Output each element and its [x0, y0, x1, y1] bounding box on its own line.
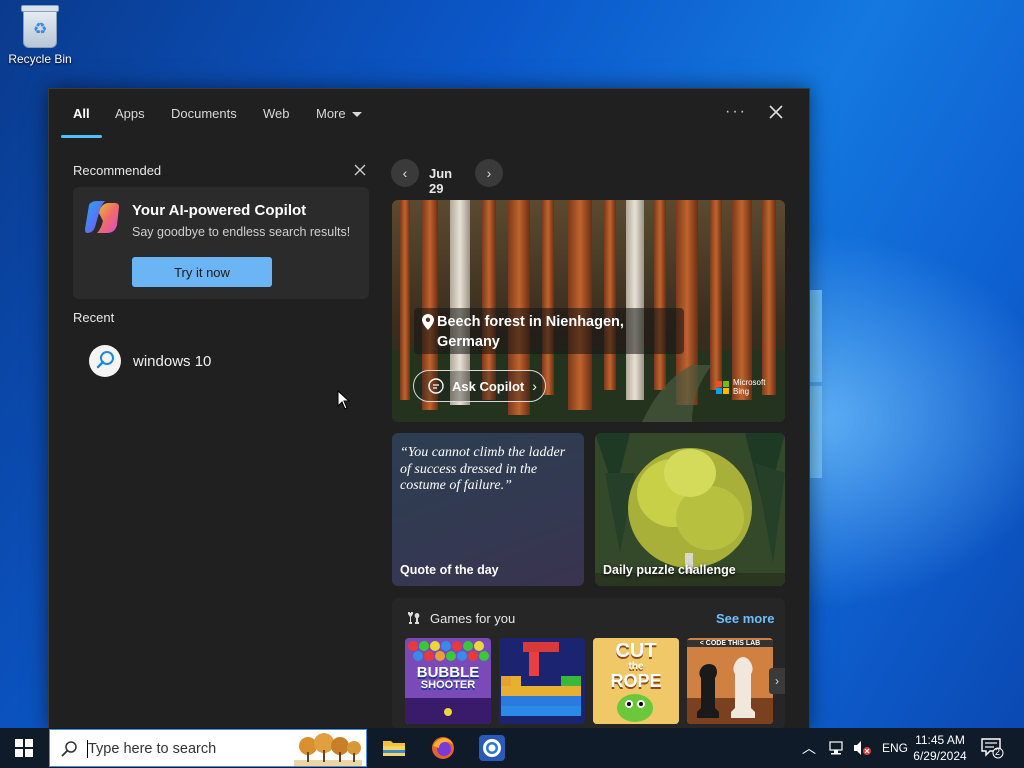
block-puzzle-art — [499, 638, 585, 724]
chess-art — [687, 638, 773, 724]
game-tile-cut-the-rope[interactable]: CUT the ROPE — [593, 638, 679, 724]
recycle-bin-icon: ♻ — [21, 5, 59, 48]
game-tile-chess[interactable]: < CODE THIS LAB — [687, 638, 773, 724]
bing-line-1: Microsoft — [733, 378, 766, 387]
show-hidden-icons-chevron-icon[interactable]: ︿ — [802, 738, 816, 758]
recycle-bin[interactable]: ♻ Recycle Bin — [8, 5, 72, 66]
bubble-shooter-line-1: BUBBLE — [416, 664, 480, 681]
search-highlight-hero[interactable]: Beech forest in Nienhagen, Germany Ask C… — [392, 200, 785, 422]
more-options-button[interactable]: ··· — [725, 103, 747, 121]
games-section: Games for you See more BUBBLE SHOOTER CU… — [392, 598, 785, 729]
recent-heading: Recent — [73, 310, 115, 325]
tab-apps[interactable]: Apps — [115, 106, 145, 121]
previous-day-button[interactable]: ‹ — [391, 159, 419, 187]
system-tray: ︿ ENG — [802, 728, 908, 768]
tab-more[interactable]: More — [316, 106, 362, 121]
search-highlight-trees-icon — [294, 733, 362, 766]
search-icon — [89, 345, 121, 377]
windows-logo-icon — [15, 739, 33, 757]
chevron-right-icon: › — [775, 674, 779, 688]
recent-item-label: windows 10 — [133, 353, 212, 370]
folder-icon — [383, 741, 405, 756]
tab-all[interactable]: All — [73, 106, 90, 121]
firefox-icon — [432, 737, 454, 759]
copilot-subtitle: Say goodbye to endless search results! — [132, 225, 351, 239]
search-tabs: All Apps Documents Web More ··· — [49, 89, 809, 139]
recycle-bin-label: Recycle Bin — [8, 52, 72, 66]
search-icon — [61, 741, 77, 757]
taskbar-search-box[interactable]: Type here to search — [49, 729, 367, 767]
wallpaper-window-pane — [810, 386, 822, 478]
clock-time: 11:45 AM — [915, 733, 965, 747]
taskbar: Type here to search ︿ ENG 11:45 AM 6/29/… — [0, 728, 1024, 768]
volume-muted-icon[interactable] — [852, 740, 872, 756]
cut-the-rope-line-3: ROPE — [610, 671, 662, 691]
dismiss-recommended-icon[interactable] — [353, 163, 367, 177]
quote-of-the-day-card[interactable]: “You cannot climb the ladder of success … — [392, 433, 584, 586]
try-it-now-button[interactable]: Try it now — [132, 257, 272, 287]
chevron-down-icon — [351, 112, 362, 118]
recent-item[interactable]: windows 10 — [89, 345, 349, 377]
start-button[interactable] — [0, 728, 48, 768]
taskbar-chrome[interactable] — [476, 732, 508, 764]
microsoft-logo-icon — [716, 380, 729, 394]
action-center-button[interactable]: 2 — [980, 736, 1004, 760]
network-icon[interactable] — [828, 740, 846, 756]
tab-documents[interactable]: Documents — [171, 106, 237, 121]
hero-location-text: Beech forest in Nienhagen, Germany — [437, 314, 624, 350]
chat-bubble-icon — [428, 378, 444, 394]
clock-date: 6/29/2024 — [913, 749, 967, 763]
cut-the-rope-line-1: CUT — [615, 640, 657, 662]
tab-web[interactable]: Web — [263, 106, 290, 121]
chevron-right-icon: › — [532, 378, 537, 394]
game-tile-bubble-shooter[interactable]: BUBBLE SHOOTER — [405, 638, 491, 724]
highlight-date: Jun 29 — [429, 166, 453, 196]
close-icon[interactable] — [767, 103, 785, 121]
microsoft-bing-logo: Microsoft Bing — [716, 378, 765, 396]
recommended-heading: Recommended — [73, 163, 162, 178]
puzzle-card-label: Daily puzzle challenge — [603, 563, 736, 577]
notification-icon — [981, 738, 1004, 759]
location-pin-icon — [422, 314, 434, 330]
copilot-promo-card: Your AI-powered Copilot Say goodbye to e… — [73, 187, 369, 299]
game-tile-block-puzzle[interactable] — [499, 638, 585, 724]
copilot-title: Your AI-powered Copilot — [132, 202, 307, 219]
input-language[interactable]: ENG — [882, 741, 908, 755]
chess-badge: < CODE THIS LAB — [687, 640, 773, 647]
tab-more-label: More — [316, 106, 346, 121]
taskbar-file-explorer[interactable] — [378, 732, 410, 764]
hero-location-caption: Beech forest in Nienhagen, Germany — [414, 308, 684, 354]
notification-count: 2 — [995, 747, 1001, 757]
active-tab-indicator — [61, 135, 102, 138]
ask-copilot-label: Ask Copilot — [452, 378, 525, 394]
wallpaper-window-pane — [810, 290, 822, 382]
games-next-button[interactable]: › — [769, 668, 785, 694]
taskbar-firefox[interactable] — [427, 732, 459, 764]
see-more-link[interactable]: See more — [716, 611, 775, 626]
clock[interactable]: 11:45 AM 6/29/2024 — [906, 732, 974, 764]
daily-puzzle-card[interactable]: Daily puzzle challenge — [595, 433, 785, 586]
chrome-icon — [479, 735, 505, 761]
search-panel: All Apps Documents Web More ··· Recommen… — [48, 88, 810, 730]
next-day-button[interactable]: › — [475, 159, 503, 187]
quote-card-label: Quote of the day — [400, 563, 499, 577]
chevron-right-icon: › — [486, 165, 492, 181]
ask-copilot-button[interactable]: Ask Copilot › — [413, 370, 546, 402]
copilot-logo-icon — [85, 201, 119, 233]
search-placeholder: Type here to search — [88, 741, 217, 757]
bing-line-2: Bing — [733, 387, 750, 396]
mouse-pointer-icon — [337, 390, 351, 410]
chevron-left-icon: ‹ — [402, 165, 408, 181]
quote-text: “You cannot climb the ladder of success … — [400, 445, 566, 493]
games-heading: Games for you — [430, 611, 516, 626]
chess-piece-icon — [408, 612, 420, 624]
